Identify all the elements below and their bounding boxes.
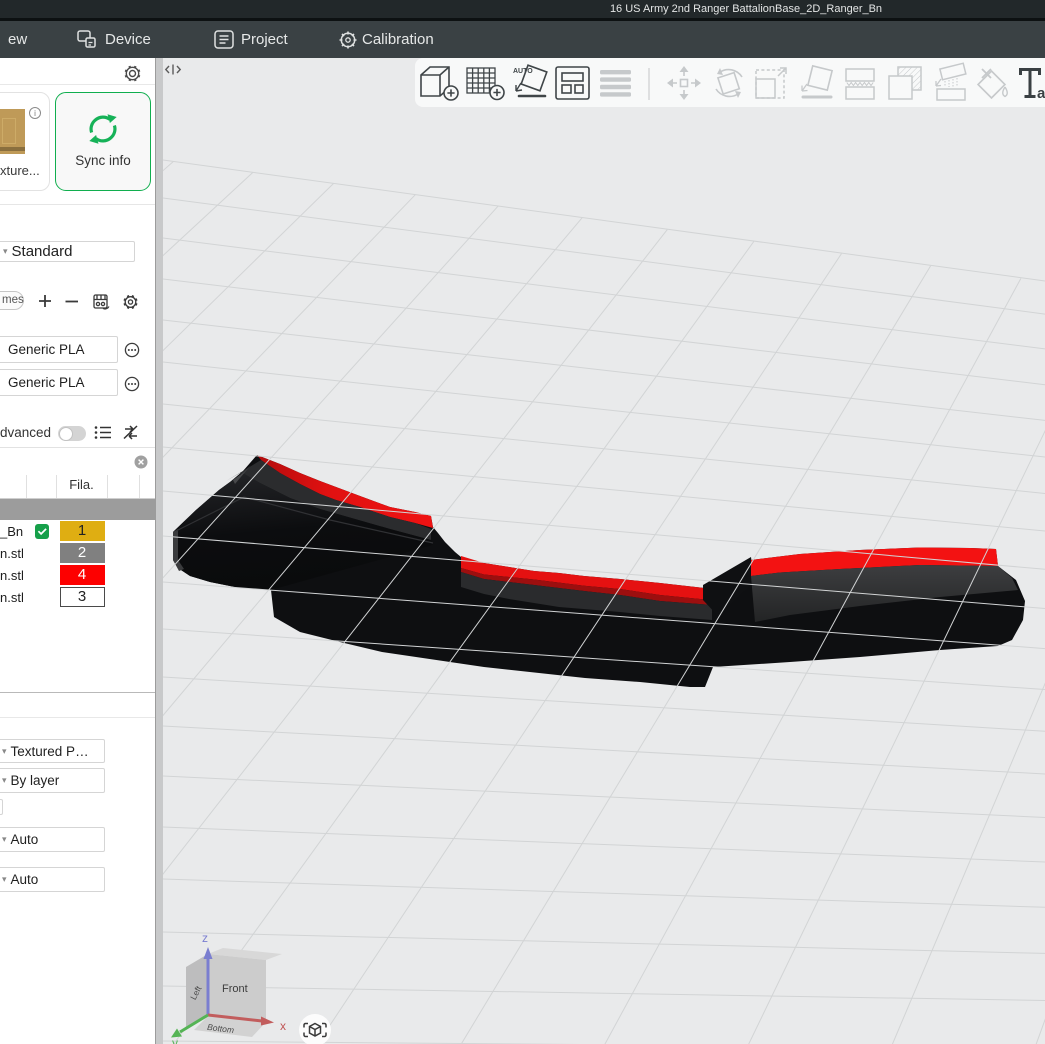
svg-text:x: x	[280, 1019, 286, 1033]
svg-text:a: a	[1037, 85, 1045, 102]
svg-text:y: y	[172, 1036, 178, 1044]
svg-text:AUTO: AUTO	[513, 68, 533, 75]
svg-text:z: z	[202, 931, 208, 945]
svg-text:Bottom: Bottom	[207, 1022, 235, 1035]
svg-text:Front: Front	[222, 983, 248, 995]
